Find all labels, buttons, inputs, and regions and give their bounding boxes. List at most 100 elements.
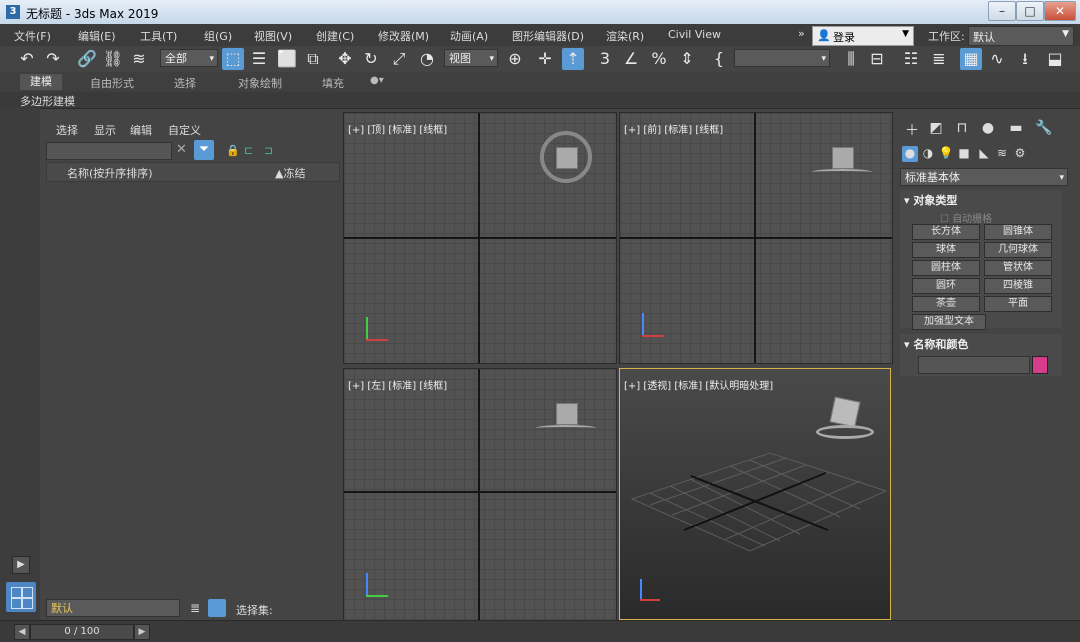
- prev-frame-icon[interactable]: ◀: [14, 624, 30, 640]
- explorer-menu-customize[interactable]: 自定义: [168, 122, 201, 138]
- helpers-icon[interactable]: ◣: [976, 146, 992, 162]
- shapes-icon[interactable]: ◑: [920, 146, 936, 162]
- hierarchy-panel-icon[interactable]: ⊓: [952, 120, 972, 140]
- viewport-left-label[interactable]: [+] [左] [标准] [线框]: [348, 377, 447, 392]
- pyramid-button[interactable]: 四棱锥: [984, 278, 1052, 294]
- viewcube-icon[interactable]: [536, 399, 596, 435]
- cylinder-button[interactable]: 圆柱体: [912, 260, 980, 276]
- modify-panel-icon[interactable]: ◩: [926, 120, 946, 140]
- redo-icon[interactable]: ↷: [42, 48, 64, 70]
- play-icon[interactable]: ▶: [12, 556, 30, 574]
- autogrid-checkbox[interactable]: ☐ 自动栅格: [940, 210, 992, 225]
- viewcube-icon[interactable]: [540, 131, 592, 183]
- teapot-button[interactable]: 茶壶: [912, 296, 980, 312]
- clear-search-icon[interactable]: ✕: [176, 142, 187, 157]
- render-frame-icon[interactable]: ⬓: [1044, 48, 1066, 70]
- textplus-button[interactable]: 加强型文本: [912, 314, 986, 330]
- polygon-modeling-label[interactable]: 多边形建模: [20, 93, 75, 109]
- layers-icon[interactable]: ≣: [190, 601, 200, 615]
- plane-button[interactable]: 平面: [984, 296, 1052, 312]
- selection-filter-dropdown[interactable]: 全部: [160, 49, 218, 68]
- lock-icon[interactable]: 🔒: [226, 144, 240, 157]
- hierarchy-icon[interactable]: ⊏: [244, 144, 253, 157]
- tab-freeform[interactable]: 自由形式: [90, 75, 134, 91]
- geometry-icon[interactable]: ●: [902, 146, 918, 162]
- select-manipulate-icon[interactable]: ✛: [534, 48, 556, 70]
- close-button[interactable]: ✕: [1044, 1, 1076, 21]
- tube-button[interactable]: 管状体: [984, 260, 1052, 276]
- cameras-icon[interactable]: ■: [956, 146, 972, 162]
- filter-icon-active[interactable]: ⏷: [194, 140, 214, 160]
- layer-dropdown[interactable]: 默认: [46, 599, 180, 617]
- time-slider[interactable]: 0 / 100: [30, 624, 134, 640]
- tab-object-paint[interactable]: 对象绘制: [238, 75, 282, 91]
- geosphere-button[interactable]: 几何球体: [984, 242, 1052, 258]
- next-frame-icon[interactable]: ▶: [134, 624, 150, 640]
- login-dropdown[interactable]: 👤 登录 ▼: [812, 26, 914, 46]
- snaps-toggle-icon[interactable]: 3: [594, 48, 616, 70]
- link-icon[interactable]: 🔗: [76, 48, 98, 70]
- object-color-swatch[interactable]: [1032, 356, 1048, 374]
- keyboard-shortcut-icon[interactable]: ⇡: [562, 48, 584, 70]
- viewport-left[interactable]: [+] [左] [标准] [线框]: [343, 368, 617, 622]
- torus-button[interactable]: 圆环: [912, 278, 980, 294]
- viewcube-icon[interactable]: [816, 395, 876, 445]
- menu-overflow-icon[interactable]: »: [798, 27, 805, 40]
- viewport-perspective[interactable]: [+] [透视] [标准] [默认明暗处理]: [619, 368, 891, 620]
- edit-named-sets-icon[interactable]: {: [708, 48, 730, 70]
- box-button[interactable]: 长方体: [912, 224, 980, 240]
- menu-file[interactable]: 文件(F): [14, 28, 51, 44]
- mirror-icon[interactable]: ⫼: [840, 48, 862, 70]
- column-frozen[interactable]: ▲冻结: [275, 165, 305, 181]
- tab-populate[interactable]: 填充: [322, 75, 344, 91]
- rect-selection-icon[interactable]: ⬜: [276, 48, 298, 70]
- menu-rendering[interactable]: 渲染(R): [606, 28, 644, 44]
- viewport-layout-icon[interactable]: [6, 582, 36, 612]
- menu-views[interactable]: 视图(V): [254, 28, 292, 44]
- maximize-button[interactable]: □: [1016, 1, 1044, 21]
- percent-snap-icon[interactable]: %: [648, 48, 670, 70]
- menu-civil-view[interactable]: Civil View: [668, 28, 721, 41]
- cone-button[interactable]: 圆锥体: [984, 224, 1052, 240]
- minimize-button[interactable]: –: [988, 1, 1016, 21]
- align-icon[interactable]: ⊟: [866, 48, 888, 70]
- window-crossing-icon[interactable]: ⧉: [302, 48, 324, 70]
- name-color-header[interactable]: ▾ 名称和颜色: [904, 336, 968, 352]
- systems-icon[interactable]: ⚙: [1012, 146, 1028, 162]
- explorer-menu-display[interactable]: 显示: [94, 122, 116, 138]
- select-by-name-icon[interactable]: ☰: [248, 48, 270, 70]
- category-dropdown[interactable]: 标准基本体: [900, 168, 1068, 187]
- unlink-icon[interactable]: ⛓: [102, 48, 124, 70]
- reference-coord-dropdown[interactable]: 视图: [444, 49, 498, 68]
- named-selection-dropdown[interactable]: [734, 49, 830, 68]
- explorer-search-input[interactable]: [46, 142, 172, 160]
- workspace-dropdown[interactable]: 默认 ▼: [968, 26, 1074, 46]
- render-setup-icon[interactable]: ⭳: [1014, 48, 1036, 70]
- select-object-icon[interactable]: ⬚: [222, 48, 244, 70]
- angle-snap-icon[interactable]: ∠: [620, 48, 642, 70]
- viewport-top-label[interactable]: [+] [顶] [标准] [线框]: [348, 121, 447, 136]
- display-panel-icon[interactable]: ▬: [1006, 120, 1026, 140]
- bind-spacewarp-icon[interactable]: ≋: [128, 48, 150, 70]
- motion-panel-icon[interactable]: ●: [978, 120, 998, 140]
- lights-icon[interactable]: 💡: [938, 146, 954, 162]
- menu-tools[interactable]: 工具(T): [140, 28, 177, 44]
- sphere-button[interactable]: 球体: [912, 242, 980, 258]
- spacewarps-icon[interactable]: ≋: [994, 146, 1010, 162]
- menu-graph-editors[interactable]: 图形编辑器(D): [512, 28, 584, 44]
- curve-editor-icon[interactable]: ∿: [986, 48, 1008, 70]
- menu-modifiers[interactable]: 修改器(M): [378, 28, 429, 44]
- viewcube-icon[interactable]: [812, 143, 872, 179]
- viewport-top[interactable]: [+] [顶] [标准] [线框]: [343, 112, 617, 364]
- object-type-header[interactable]: ▾ 对象类型: [904, 192, 957, 208]
- viewport-front[interactable]: [+] [前] [标准] [线框]: [619, 112, 893, 364]
- menu-create[interactable]: 创建(C): [316, 28, 354, 44]
- column-name[interactable]: 名称(按升序排序): [67, 165, 153, 181]
- utilities-panel-icon[interactable]: 🔧: [1034, 120, 1054, 140]
- toggle-ribbon-icon[interactable]: ▦: [960, 48, 982, 70]
- create-panel-icon[interactable]: ＋: [902, 120, 922, 140]
- explorer-menu-select[interactable]: 选择: [56, 122, 78, 138]
- rotate-icon[interactable]: ↻: [360, 48, 382, 70]
- object-name-input[interactable]: [918, 356, 1030, 374]
- viewport-front-label[interactable]: [+] [前] [标准] [线框]: [624, 121, 723, 136]
